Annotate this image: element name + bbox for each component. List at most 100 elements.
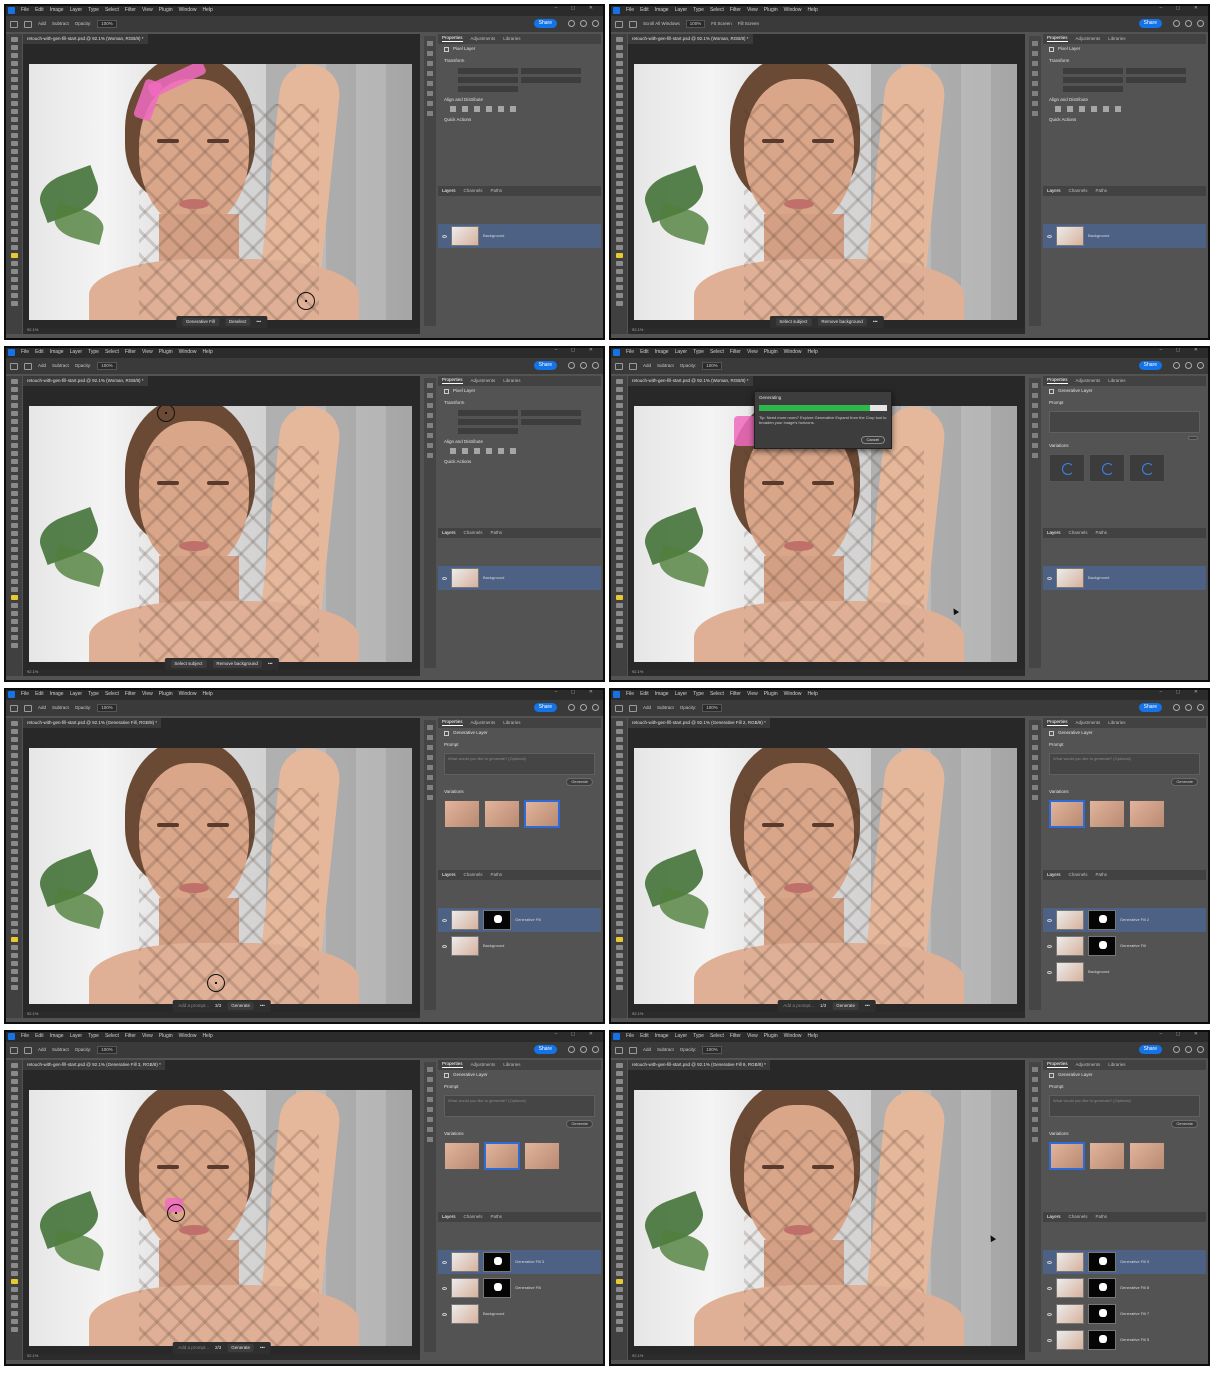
tab-layers[interactable]: Layers [1047, 188, 1061, 194]
panel-icon[interactable] [427, 423, 433, 428]
tool-icon[interactable] [10, 595, 18, 600]
layer-row[interactable]: Background [1043, 224, 1206, 248]
menu-item-view[interactable]: View [142, 691, 153, 697]
panel-icon[interactable] [427, 755, 433, 760]
tool-icon[interactable] [615, 563, 623, 568]
menu-item-file[interactable]: File [626, 1033, 634, 1039]
tool-icon[interactable] [10, 977, 18, 982]
workspace-icon[interactable] [1197, 20, 1204, 27]
panel-icon[interactable] [1032, 433, 1038, 438]
panel-icon[interactable] [1032, 765, 1038, 770]
tool-icon[interactable] [615, 555, 623, 560]
tool-icon[interactable] [10, 1079, 18, 1084]
tool-icon[interactable] [10, 189, 18, 194]
tool-icon[interactable] [10, 769, 18, 774]
tool-icon[interactable] [615, 451, 623, 456]
panel-icon[interactable] [427, 393, 433, 398]
menu-item-layer[interactable]: Layer [675, 1033, 688, 1039]
image-canvas[interactable] [29, 406, 412, 662]
tool-icon[interactable] [10, 125, 18, 130]
layer-row[interactable]: Background [438, 566, 601, 590]
tool-icon[interactable] [615, 435, 623, 440]
tool-icon[interactable] [615, 635, 623, 640]
tool-icon[interactable] [615, 181, 623, 186]
tool-icon[interactable] [615, 745, 623, 750]
tool-icon[interactable] [615, 841, 623, 846]
menu-item-layer[interactable]: Layer [70, 1033, 83, 1039]
variation-thumbnail[interactable] [444, 800, 480, 828]
tab-layers[interactable]: Layers [1047, 1214, 1061, 1220]
tool-icon[interactable] [10, 61, 18, 66]
tool-icon[interactable] [10, 229, 18, 234]
tool-icon[interactable] [10, 253, 18, 258]
tool-icon[interactable] [10, 1183, 18, 1188]
tool-icon[interactable] [615, 961, 623, 966]
transform-field[interactable] [1063, 67, 1123, 74]
option-3[interactable]: 100% [702, 703, 722, 713]
align-icon[interactable] [474, 448, 480, 454]
tool-icon[interactable] [615, 165, 623, 170]
tool-icon[interactable] [615, 419, 623, 424]
tool-icon[interactable] [10, 627, 18, 632]
transform-field[interactable] [458, 67, 518, 74]
variation-thumbnail[interactable] [1129, 1142, 1165, 1170]
align-icon[interactable] [498, 106, 504, 112]
home-icon[interactable] [10, 20, 18, 28]
tool-icon[interactable] [615, 539, 623, 544]
tool-icon[interactable] [10, 269, 18, 274]
tool-icon[interactable] [615, 285, 623, 290]
tab-properties[interactable]: Properties [1047, 378, 1068, 384]
tool-icon[interactable] [10, 897, 18, 902]
tool-icon[interactable] [615, 929, 623, 934]
share-button[interactable]: Share [533, 361, 557, 370]
menu-item-help[interactable]: Help [202, 1033, 212, 1039]
tool-icon[interactable] [615, 221, 623, 226]
tool-icon[interactable] [10, 205, 18, 210]
tool-icon[interactable] [10, 1087, 18, 1092]
tab-adjustments[interactable]: Adjustments [471, 1062, 496, 1068]
tool-icon[interactable] [10, 1095, 18, 1100]
align-icon[interactable] [462, 448, 468, 454]
option-1[interactable]: Subtract [52, 21, 69, 27]
tool-icon[interactable] [615, 603, 623, 608]
tool-icon[interactable] [10, 395, 18, 400]
option-0[interactable]: Add [643, 705, 651, 711]
more-options-icon[interactable]: ••• [256, 319, 261, 325]
tool-icon[interactable] [10, 1255, 18, 1260]
tool-icon[interactable] [615, 1255, 623, 1260]
tool-icon[interactable] [10, 1215, 18, 1220]
tab-libraries[interactable]: Libraries [1108, 378, 1125, 384]
tool-icon[interactable] [615, 1095, 623, 1100]
visibility-eye-icon[interactable] [442, 1286, 447, 1290]
menu-item-image[interactable]: Image [50, 349, 64, 355]
help-icon[interactable] [1185, 20, 1192, 27]
transform-field[interactable] [1063, 85, 1123, 92]
tool-icon[interactable] [615, 587, 623, 592]
variation-thumbnail[interactable] [524, 800, 560, 828]
search-icon[interactable] [568, 20, 575, 27]
tab-layers[interactable]: Layers [442, 188, 456, 194]
tool-icon[interactable] [615, 1199, 623, 1204]
tool-icon[interactable] [10, 451, 18, 456]
transform-field[interactable] [521, 67, 581, 74]
generate-button[interactable]: Generate [566, 777, 593, 786]
tab-adjustments[interactable]: Adjustments [471, 720, 496, 726]
layer-row[interactable]: Generative Fill 3 [438, 1250, 601, 1274]
tool-icon[interactable] [10, 1303, 18, 1308]
share-button[interactable]: Share [533, 1045, 557, 1054]
layer-row[interactable]: Generative Fill [438, 1276, 601, 1300]
variation-thumbnail[interactable] [1129, 454, 1165, 482]
option-0[interactable]: Add [38, 363, 46, 369]
option-2[interactable]: Opacity: [75, 21, 92, 27]
menu-item-image[interactable]: Image [655, 349, 669, 355]
tool-icon[interactable] [615, 37, 623, 42]
panel-icon[interactable] [1032, 745, 1038, 750]
tool-icon[interactable] [10, 969, 18, 974]
align-icon[interactable] [450, 106, 456, 112]
menu-item-select[interactable]: Select [105, 349, 119, 355]
tool-icon[interactable] [615, 643, 623, 648]
tool-icon[interactable] [615, 261, 623, 266]
variation-thumbnail[interactable] [1049, 454, 1085, 482]
align-icon[interactable] [510, 448, 516, 454]
tab-adjustments[interactable]: Adjustments [1076, 720, 1101, 726]
